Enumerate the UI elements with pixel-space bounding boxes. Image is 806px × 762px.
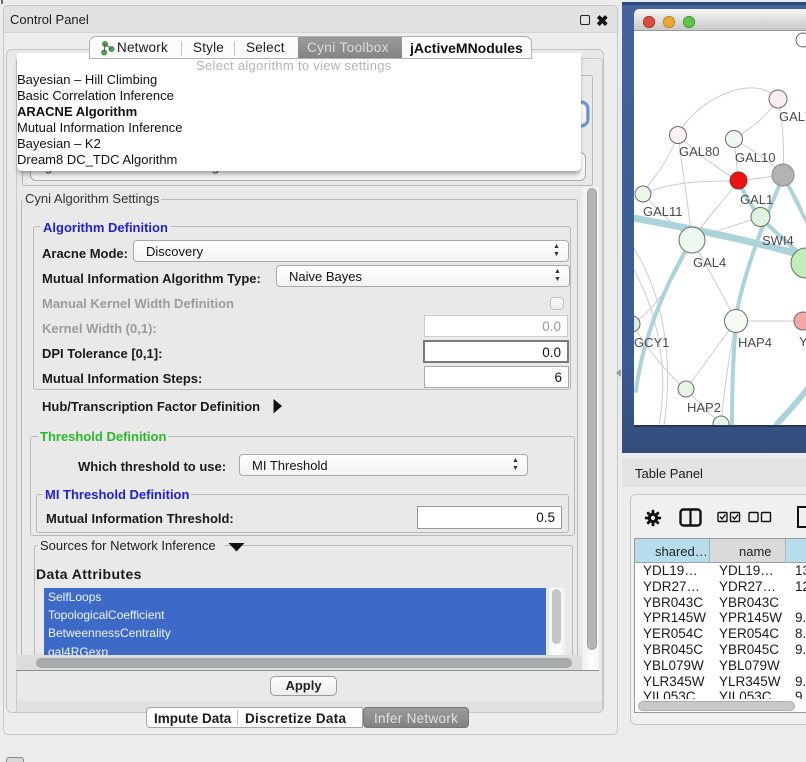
svg-text:GAL1: GAL1 (740, 192, 773, 207)
svg-text:GAL10: GAL10 (735, 150, 775, 165)
svg-text:HAP2: HAP2 (687, 400, 721, 415)
svg-text:GAL80: GAL80 (679, 144, 719, 159)
svg-text:GAL11: GAL11 (643, 204, 683, 219)
svg-text:HAP4: HAP4 (738, 335, 772, 350)
svg-text:SWI4: SWI4 (762, 233, 794, 248)
svg-text:GAL7: GAL7 (779, 109, 806, 124)
svg-text:Y: Y (799, 334, 806, 349)
svg-text:GAL4: GAL4 (693, 255, 726, 270)
svg-text:GCY1: GCY1 (634, 335, 669, 350)
